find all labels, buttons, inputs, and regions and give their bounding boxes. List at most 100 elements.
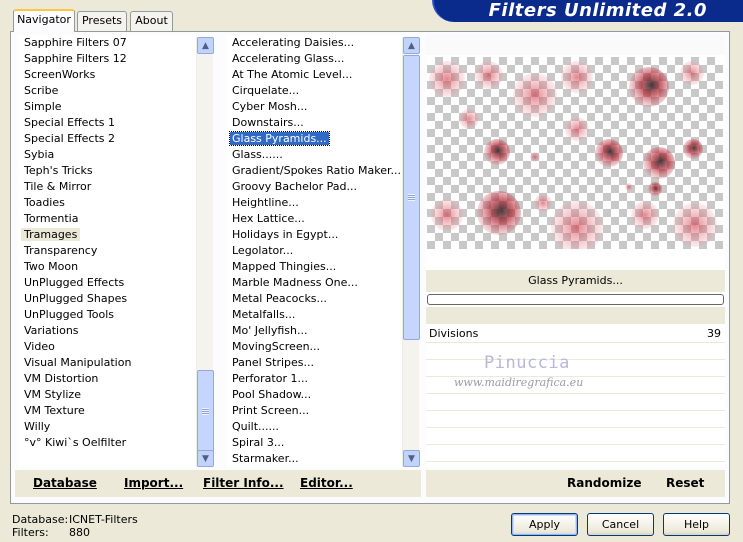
list-item[interactable]: UnPlugged Shapes bbox=[18, 291, 196, 307]
list-item[interactable]: UnPlugged Effects bbox=[18, 275, 196, 291]
list-item[interactable]: Downstairs... bbox=[226, 115, 403, 131]
editor-button[interactable]: Editor... bbox=[300, 476, 353, 490]
scroll-thumb[interactable] bbox=[403, 55, 420, 340]
list-item[interactable]: VM Distortion bbox=[18, 371, 196, 387]
status-filters-label: Filters: bbox=[12, 526, 49, 539]
list-item[interactable]: Video bbox=[18, 339, 196, 355]
list-item-label: Heightline... bbox=[232, 196, 299, 209]
preview-actions-bar: Randomize Reset bbox=[426, 470, 725, 497]
list-item-label: Metalfalls... bbox=[232, 308, 296, 321]
list-item[interactable]: ScreenWorks bbox=[18, 67, 196, 83]
list-item[interactable]: Pool Shadow... bbox=[226, 387, 403, 403]
filter-info-button[interactable]: Filter Info... bbox=[203, 476, 284, 490]
list-item[interactable]: Toadies bbox=[18, 195, 196, 211]
list-item-label: At The Atomic Level... bbox=[232, 68, 353, 81]
list-item[interactable]: Transparency bbox=[18, 243, 196, 259]
filter-scrollbar[interactable]: ▲ ▼ bbox=[402, 37, 420, 467]
scroll-up-button[interactable]: ▲ bbox=[403, 37, 420, 54]
list-item[interactable]: Hex Lattice... bbox=[226, 211, 403, 227]
tab-navigator[interactable]: Navigator bbox=[13, 9, 75, 32]
list-item[interactable]: Quilt...... bbox=[226, 419, 403, 435]
list-item-label: Accelerating Daisies... bbox=[232, 36, 355, 49]
database-button[interactable]: Database bbox=[33, 476, 97, 490]
list-item[interactable]: Heightline... bbox=[226, 195, 403, 211]
list-item[interactable]: Metal Peacocks... bbox=[226, 291, 403, 307]
list-item-label: Video bbox=[24, 340, 55, 353]
list-item[interactable]: Marble Madness One... bbox=[226, 275, 403, 291]
selected-filter-label: Glass Pyramids... bbox=[426, 270, 725, 292]
list-item[interactable]: Simple bbox=[18, 99, 196, 115]
list-item[interactable]: Starmaker... bbox=[226, 451, 403, 467]
list-item[interactable]: Sapphire Filters 07 bbox=[18, 35, 196, 51]
title-banner: Filters Unlimited 2.0 bbox=[432, 0, 743, 22]
list-item[interactable]: Visual Manipulation bbox=[18, 355, 196, 371]
param-value: 39 bbox=[707, 327, 721, 340]
category-list[interactable]: Sapphire Filters 07 Sapphire Filters 12 Sc… bbox=[18, 35, 196, 468]
list-item[interactable]: Variations bbox=[18, 323, 196, 339]
list-item[interactable]: Scribe bbox=[18, 83, 196, 99]
list-item[interactable]: Two Moon bbox=[18, 259, 196, 275]
list-item-label: Variations bbox=[24, 324, 79, 337]
list-item[interactable]: Panel Stripes... bbox=[226, 355, 403, 371]
list-item-label: Legolator... bbox=[232, 244, 294, 257]
list-item[interactable]: Print Screen... bbox=[226, 403, 403, 419]
scroll-thumb[interactable] bbox=[197, 370, 214, 452]
arrow-up-icon: ▲ bbox=[202, 40, 209, 51]
list-item-label: Downstairs... bbox=[232, 116, 304, 129]
list-item[interactable]: Mo' Jellyfish... bbox=[226, 323, 403, 339]
status-database-value: ICNET-Filters bbox=[69, 513, 138, 526]
scroll-down-button[interactable]: ▼ bbox=[197, 450, 214, 467]
scroll-down-button[interactable]: ▼ bbox=[403, 450, 420, 467]
apply-button[interactable]: Apply bbox=[511, 513, 578, 536]
list-item[interactable]: Glass...... bbox=[226, 147, 403, 163]
list-item-label: Special Effects 2 bbox=[24, 132, 116, 145]
cancel-button[interactable]: Cancel bbox=[587, 513, 654, 536]
import-button[interactable]: Import... bbox=[124, 476, 183, 490]
arrow-up-icon: ▲ bbox=[408, 40, 415, 51]
list-item[interactable]: Holidays in Egypt... bbox=[226, 227, 403, 243]
list-item[interactable]: Tramages bbox=[18, 227, 196, 243]
list-item[interactable]: Perforator 1... bbox=[226, 371, 403, 387]
list-item[interactable]: Tile & Mirror bbox=[18, 179, 196, 195]
list-item-label: °v° Kiwi`s Oelfilter bbox=[24, 436, 127, 449]
list-item[interactable]: °v° Kiwi`s Oelfilter bbox=[18, 435, 196, 451]
list-item[interactable]: VM Texture bbox=[18, 403, 196, 419]
list-item-label: VM Texture bbox=[24, 404, 85, 417]
list-item[interactable]: Spiral 3... bbox=[226, 435, 403, 451]
list-item[interactable]: Legolator... bbox=[226, 243, 403, 259]
list-item[interactable]: Mapped Thingies... bbox=[226, 259, 403, 275]
filter-list[interactable]: Accelerating Daisies... Accelerating Glas… bbox=[226, 35, 403, 468]
list-item[interactable]: At The Atomic Level... bbox=[226, 67, 403, 83]
filter-preview-image[interactable] bbox=[427, 57, 723, 249]
list-item-label: Holidays in Egypt... bbox=[232, 228, 339, 241]
reset-button[interactable]: Reset bbox=[666, 476, 704, 490]
list-item[interactable]: Groovy Bachelor Pad... bbox=[226, 179, 403, 195]
list-item[interactable]: Tormentia bbox=[18, 211, 196, 227]
list-item[interactable]: Willy bbox=[18, 419, 196, 435]
list-item-label: Visual Manipulation bbox=[24, 356, 132, 369]
scroll-up-button[interactable]: ▲ bbox=[197, 37, 214, 54]
list-item[interactable]: MovingScreen... bbox=[226, 339, 403, 355]
list-item[interactable]: UnPlugged Tools bbox=[18, 307, 196, 323]
help-button[interactable]: Help bbox=[663, 513, 730, 536]
list-item[interactable]: Sapphire Filters 12 bbox=[18, 51, 196, 67]
tab-presets[interactable]: Presets bbox=[77, 11, 127, 31]
list-item[interactable]: Cyber Mosh... bbox=[226, 99, 403, 115]
status-database-label: Database: bbox=[12, 513, 69, 526]
list-item[interactable]: Gradient/Spokes Ratio Maker... bbox=[226, 163, 403, 179]
category-scrollbar[interactable]: ▲ ▼ bbox=[196, 37, 214, 467]
list-item[interactable]: VM Stylize bbox=[18, 387, 196, 403]
list-item[interactable]: Accelerating Glass... bbox=[226, 51, 403, 67]
list-item[interactable]: Glass Pyramids... bbox=[226, 131, 403, 147]
list-item[interactable]: Metalfalls... bbox=[226, 307, 403, 323]
list-item[interactable]: Sybia bbox=[18, 147, 196, 163]
param-row-divisions[interactable]: Divisions 39 bbox=[426, 325, 725, 343]
randomize-button[interactable]: Randomize bbox=[567, 476, 641, 490]
list-item[interactable]: Special Effects 1 bbox=[18, 115, 196, 131]
list-item[interactable]: Teph's Tricks bbox=[18, 163, 196, 179]
param-row-empty bbox=[426, 395, 725, 411]
list-item[interactable]: Special Effects 2 bbox=[18, 131, 196, 147]
list-item[interactable]: Cirquelate... bbox=[226, 83, 403, 99]
tab-about[interactable]: About bbox=[130, 11, 173, 31]
list-item[interactable]: Accelerating Daisies... bbox=[226, 35, 403, 51]
